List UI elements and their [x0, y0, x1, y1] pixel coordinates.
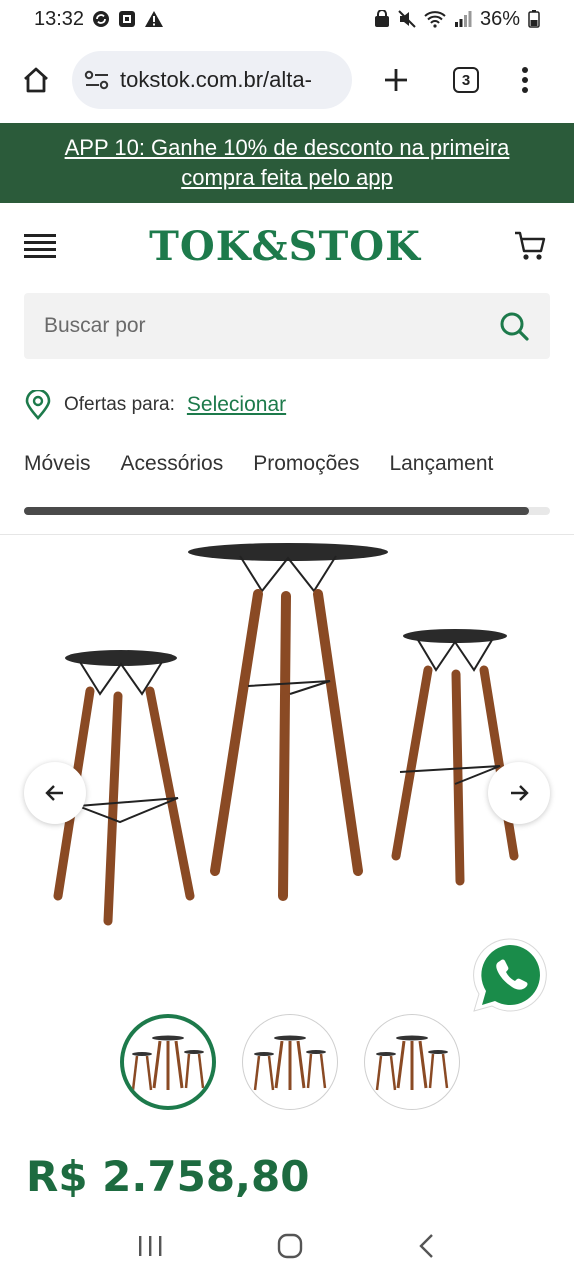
battery-icon [528, 10, 540, 28]
status-right: 36% [374, 8, 540, 31]
recent-apps-icon [138, 1235, 162, 1256]
recent-apps-button[interactable] [137, 1234, 163, 1263]
category-lancamentos[interactable]: Lançament [389, 452, 493, 488]
sync-icon [92, 10, 110, 28]
battery-percent: 36% [479, 7, 520, 30]
thumbnail-1[interactable] [120, 1014, 216, 1110]
back-button[interactable] [417, 1233, 437, 1264]
home-circle-icon [277, 1233, 303, 1258]
category-promocoes[interactable]: Promoções [253, 452, 359, 488]
android-nav-bar [0, 1216, 574, 1280]
mute-icon [398, 10, 416, 28]
clock: 13:32 [34, 7, 85, 30]
more-vert-icon [522, 67, 528, 93]
plus-icon [385, 69, 407, 91]
promo-banner: APP 10: Ganhe 10% de desconto na primeir… [0, 123, 574, 203]
browser-toolbar: tokstok.com.br/alta- 3 [0, 38, 574, 122]
thumbnail-2[interactable] [242, 1014, 338, 1110]
warning-icon [144, 10, 164, 28]
arrow-right-icon [511, 785, 529, 801]
offers-label: Ofertas para: [64, 394, 175, 415]
url-text: tokstok.com.br/alta- [120, 67, 312, 92]
site-settings-icon[interactable] [84, 69, 110, 91]
wifi-icon [424, 10, 446, 28]
location-pin-icon [25, 390, 51, 420]
lock-icon [374, 10, 390, 28]
search-input[interactable] [44, 314, 464, 338]
gallery-next-button[interactable] [488, 762, 550, 824]
screenshot-icon [118, 10, 136, 28]
browser-menu-button[interactable] [510, 58, 540, 102]
image-thumbnails [120, 1014, 460, 1112]
thumbnail-3[interactable] [364, 1014, 460, 1110]
home-nav-button[interactable] [276, 1232, 304, 1265]
category-scrollbar[interactable] [24, 507, 550, 515]
cart-button[interactable] [510, 226, 550, 266]
whatsapp-button[interactable] [470, 935, 550, 1015]
offers-location: Ofertas para: Selecionar [24, 388, 286, 422]
new-tab-button[interactable] [374, 58, 418, 102]
cart-icon [515, 231, 546, 260]
select-location-link[interactable]: Selecionar [187, 393, 286, 417]
search-icon[interactable] [498, 310, 530, 342]
search-bar [24, 293, 550, 359]
menu-hamburger-icon[interactable] [24, 228, 60, 264]
status-bar: 13:32 36% [0, 0, 574, 38]
category-scrollbar-thumb[interactable] [24, 507, 529, 515]
status-left: 13:32 [34, 8, 164, 31]
category-nav: Móveis Acessórios Promoções Lançament [24, 452, 574, 488]
home-button[interactable] [14, 58, 58, 102]
category-moveis[interactable]: Móveis [24, 452, 91, 488]
whatsapp-icon [473, 938, 547, 1012]
table-illustration [188, 543, 388, 901]
address-bar[interactable]: tokstok.com.br/alta- [72, 51, 352, 109]
arrow-left-icon [45, 785, 63, 801]
category-acessorios[interactable]: Acessórios [121, 452, 224, 488]
back-chevron-icon [419, 1233, 434, 1258]
signal-icon [454, 10, 472, 28]
right-stool-illustration [391, 629, 519, 886]
site-logo[interactable]: TOK&STOK [149, 223, 421, 270]
product-image[interactable] [0, 536, 574, 936]
tab-count: 3 [453, 67, 479, 93]
divider [0, 534, 574, 535]
home-icon [24, 67, 48, 93]
gallery-prev-button[interactable] [24, 762, 86, 824]
tab-switcher-button[interactable]: 3 [444, 58, 488, 102]
site-header: TOK&STOK [0, 203, 574, 289]
promo-link[interactable]: APP 10: Ganhe 10% de desconto na primeir… [37, 133, 537, 193]
product-price: R$ 2.758,80 [26, 1152, 310, 1201]
